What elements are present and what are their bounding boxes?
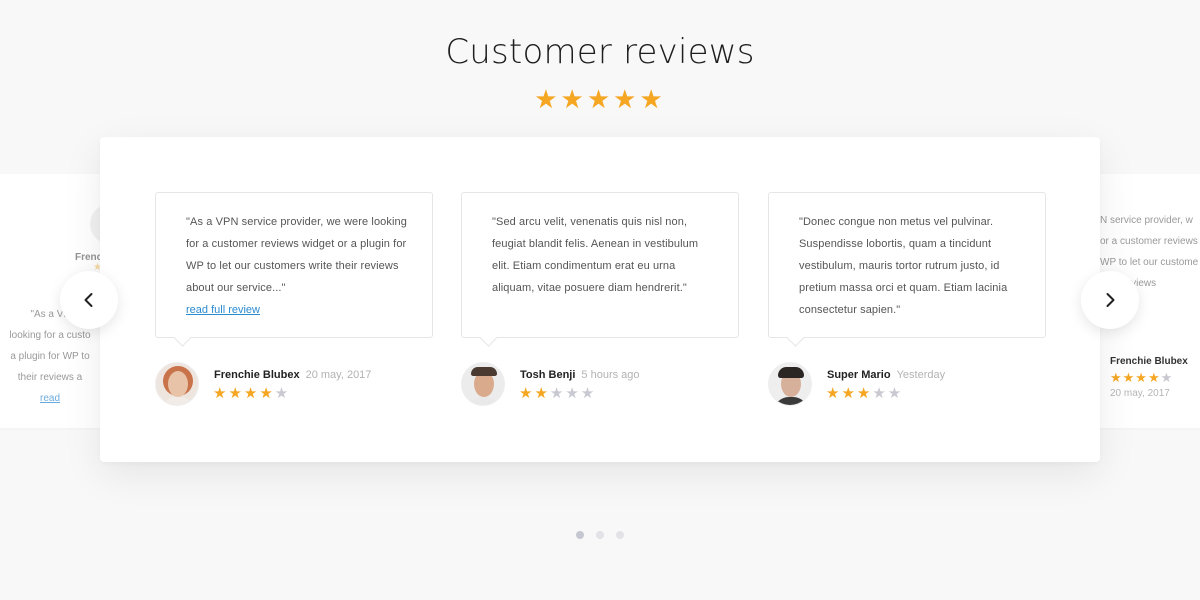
rating-stars: ★★★★★ bbox=[826, 385, 904, 402]
avatar bbox=[90, 204, 100, 244]
pagination-dot[interactable] bbox=[576, 531, 584, 539]
review-bubble: "Donec congue non metus vel pulvinar. Su… bbox=[768, 192, 1046, 338]
review-author: Tosh Benji 5 hours ago ★★★★★ bbox=[461, 362, 739, 408]
review-author: Super Mario Yesterday ★★★★★ bbox=[768, 362, 1046, 408]
rating-stars: ★★★★★ bbox=[1110, 370, 1174, 385]
review-date: Yesterday bbox=[896, 369, 946, 381]
review-text: "Donec congue non metus vel pulvinar. Su… bbox=[799, 216, 1008, 316]
woman-avatar bbox=[155, 362, 199, 406]
rating-stars: ★★★★★ bbox=[519, 385, 597, 402]
carousel-pagination bbox=[0, 526, 1200, 544]
review-item: "Donec congue non metus vel pulvinar. Su… bbox=[768, 192, 1046, 406]
rating-stars: ★★★★★ bbox=[213, 385, 291, 402]
author-name: Frenchie Blubex 20 may, 2017 bbox=[214, 369, 372, 381]
man-avatar bbox=[461, 362, 505, 406]
review-bubble: "Sed arcu velit, venenatis quis nisl non… bbox=[461, 192, 739, 338]
man-avatar bbox=[768, 362, 812, 406]
review-date: 5 hours ago bbox=[581, 369, 640, 381]
author-name: Frenchie Blubex bbox=[1110, 356, 1188, 367]
reviews-carousel-card: "As a VPN service provider, we were look… bbox=[100, 137, 1100, 462]
author-name: Super Mario Yesterday bbox=[827, 369, 946, 381]
overall-rating-stars: ★★★★★ bbox=[534, 84, 666, 114]
next-slide-button[interactable] bbox=[1081, 271, 1139, 329]
pagination-dot[interactable] bbox=[596, 531, 604, 539]
review-author: Frenchie Blubex 20 may, 2017 ★★★★★ bbox=[155, 362, 433, 408]
review-date: 20 may, 2017 bbox=[305, 369, 372, 381]
review-item: "As a VPN service provider, we were look… bbox=[155, 192, 433, 406]
chevron-left-icon bbox=[84, 293, 93, 307]
review-text: "Sed arcu velit, venenatis quis nisl non… bbox=[492, 216, 699, 294]
read-full-review-link[interactable]: read full review bbox=[186, 299, 260, 321]
review-item: "Sed arcu velit, venenatis quis nisl non… bbox=[461, 192, 739, 406]
previous-slide-button[interactable] bbox=[60, 271, 118, 329]
author-name: Tosh Benji 5 hours ago bbox=[520, 369, 640, 381]
review-text: "As a VPN service provider, we were look… bbox=[186, 216, 407, 294]
page-title: Customer reviews bbox=[445, 32, 755, 72]
review-date: 20 may, 2017 bbox=[1110, 388, 1170, 399]
pagination-dot[interactable] bbox=[616, 531, 624, 539]
chevron-right-icon bbox=[1106, 293, 1115, 307]
review-bubble: "As a VPN service provider, we were look… bbox=[155, 192, 433, 338]
